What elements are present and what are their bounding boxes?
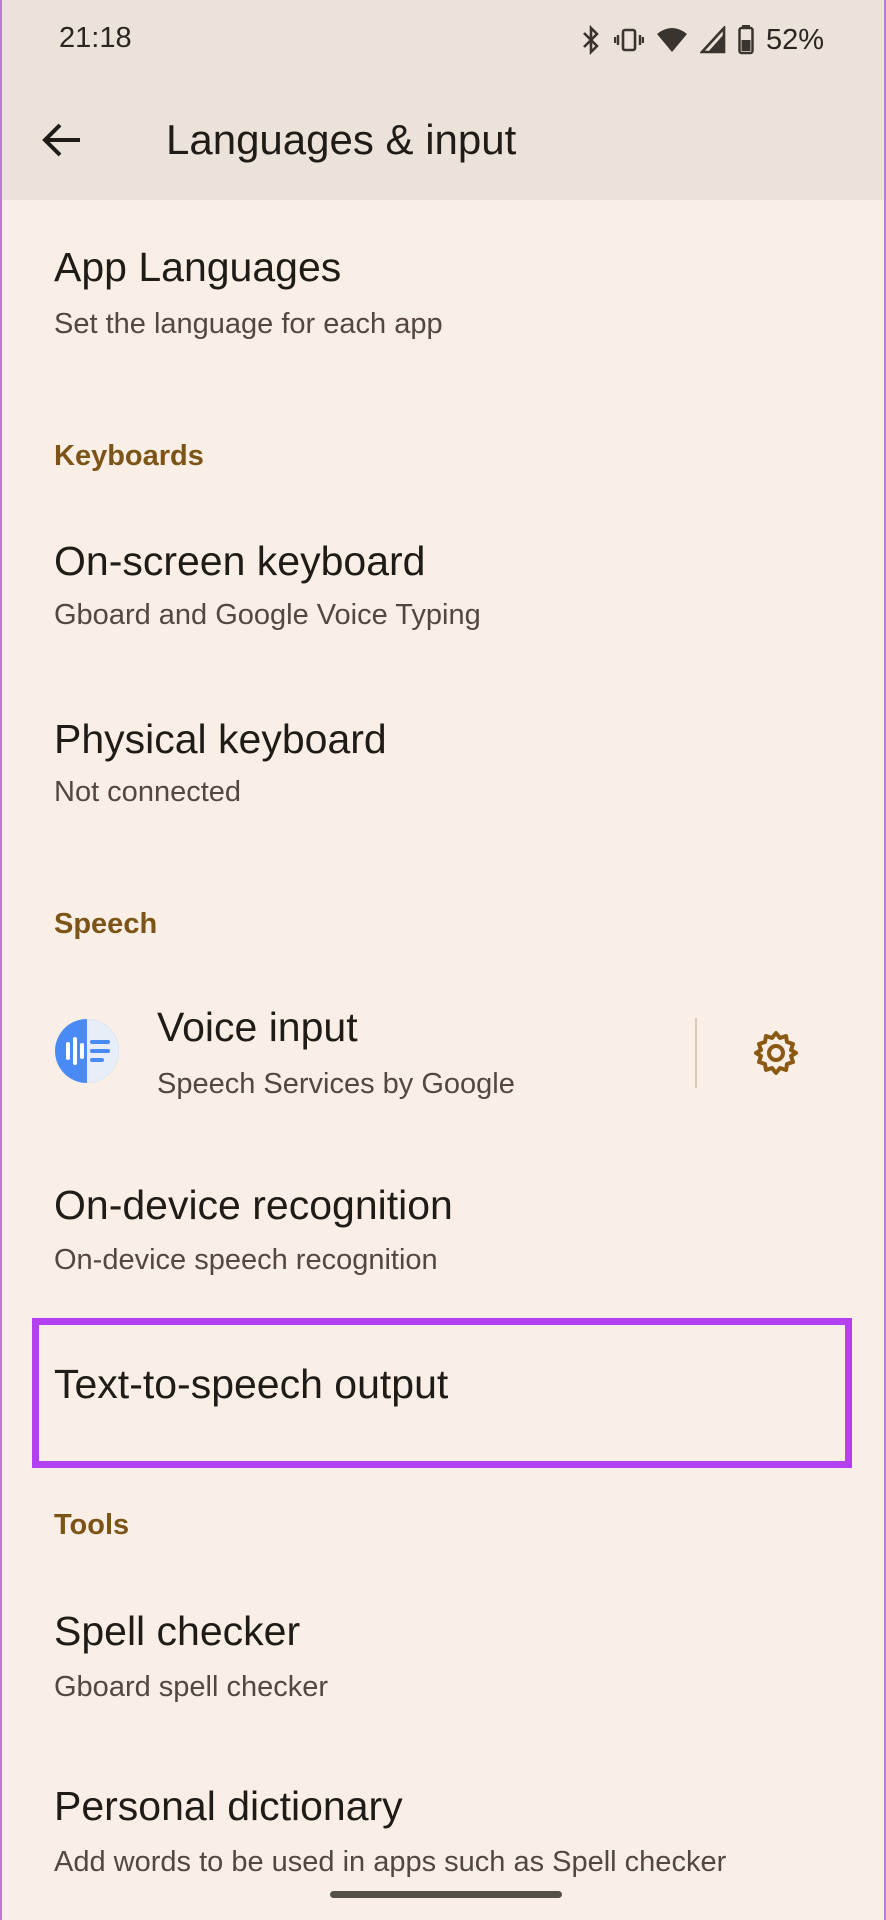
spell-checker-item[interactable]: Spell checker Gboard spell checker bbox=[2, 1585, 884, 1735]
item-title: Spell checker bbox=[54, 1608, 301, 1654]
arrow-back-icon bbox=[42, 123, 80, 157]
item-subtitle: Not connected bbox=[54, 776, 242, 808]
vertical-divider bbox=[695, 1018, 697, 1088]
item-title: On-device recognition bbox=[54, 1182, 453, 1228]
home-indicator[interactable] bbox=[330, 1891, 562, 1898]
back-button[interactable] bbox=[32, 110, 92, 170]
item-subtitle: Gboard and Google Voice Typing bbox=[54, 599, 481, 631]
item-subtitle: Gboard spell checker bbox=[54, 1671, 329, 1703]
item-title: App Languages bbox=[54, 244, 342, 290]
signal-icon bbox=[699, 26, 726, 54]
item-title: Voice input bbox=[157, 1004, 358, 1050]
gear-icon bbox=[754, 1031, 798, 1075]
item-title: On-screen keyboard bbox=[54, 538, 426, 584]
item-subtitle: Set the language for each app bbox=[54, 308, 443, 340]
item-title: Physical keyboard bbox=[54, 716, 387, 762]
item-title: Personal dictionary bbox=[54, 1783, 403, 1829]
onscreen-keyboard-item[interactable]: On-screen keyboard Gboard and Google Voi… bbox=[2, 520, 884, 680]
ondevice-recognition-item[interactable]: On-device recognition On-device speech r… bbox=[2, 1160, 884, 1310]
physical-keyboard-item[interactable]: Physical keyboard Not connected bbox=[2, 700, 884, 860]
section-header-speech: Speech bbox=[54, 908, 158, 940]
battery-percent: 52% bbox=[765, 23, 824, 56]
status-bar: 21:18 52% bbox=[2, 0, 884, 80]
app-bar: Languages & input bbox=[2, 80, 884, 200]
page-title: Languages & input bbox=[166, 116, 517, 163]
personal-dictionary-item[interactable]: Personal dictionary Add words to be used… bbox=[2, 1760, 884, 1910]
app-languages-item[interactable]: App Languages Set the language for each … bbox=[2, 200, 884, 350]
item-subtitle: Speech Services by Google bbox=[157, 1068, 515, 1100]
item-subtitle: On-device speech recognition bbox=[54, 1244, 438, 1276]
speech-services-icon bbox=[55, 1019, 119, 1083]
voice-input-settings-button[interactable] bbox=[746, 1023, 806, 1083]
bluetooth-icon bbox=[583, 24, 599, 56]
status-time: 21:18 bbox=[59, 22, 132, 54]
status-icons: 52% bbox=[580, 20, 824, 60]
voice-input-item[interactable]: Voice input Speech Services by Google bbox=[2, 990, 884, 1120]
item-subtitle: Add words to be used in apps such as Spe… bbox=[54, 1846, 727, 1878]
wifi-icon bbox=[656, 28, 687, 52]
highlight-box bbox=[32, 1318, 852, 1468]
vibrate-icon bbox=[613, 28, 644, 52]
section-header-tools: Tools bbox=[54, 1509, 130, 1541]
battery-icon bbox=[738, 25, 754, 55]
section-header-keyboards: Keyboards bbox=[54, 440, 204, 472]
